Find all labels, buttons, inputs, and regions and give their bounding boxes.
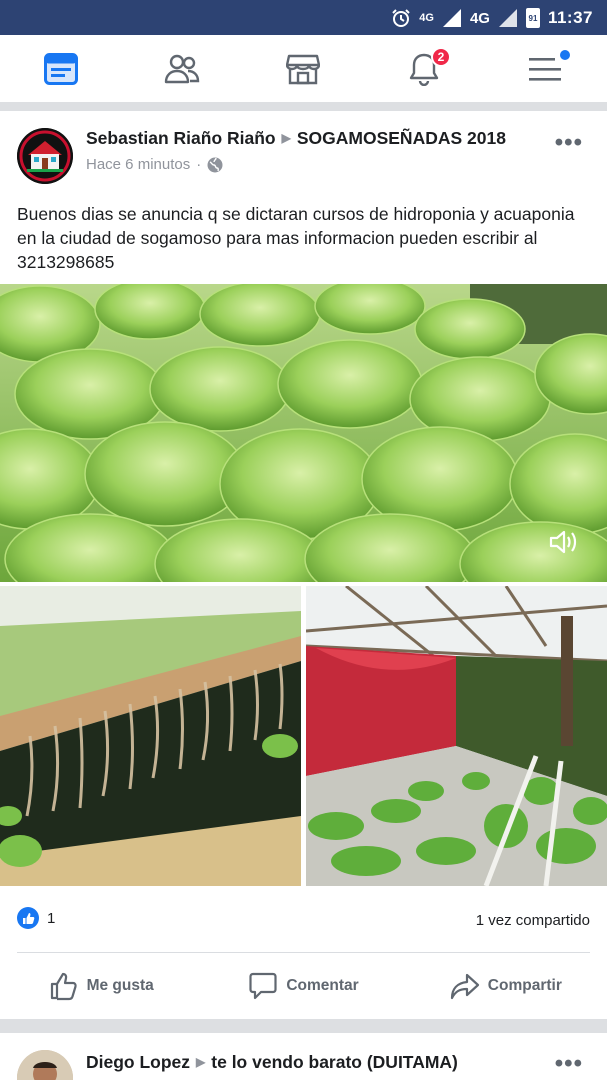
feed-separator-2 xyxy=(0,1019,607,1033)
status-icons: 4G 4G 91 11:37 xyxy=(391,6,593,30)
greenhouse-photo xyxy=(306,586,607,886)
profile-photo xyxy=(17,1050,73,1080)
feed-post-next: Diego Lopez ▶ te lo vendo barato (DUITAMA)… xyxy=(0,1033,607,1080)
post-time[interactable]: Hace 6 minutos xyxy=(86,156,190,173)
signal-icon-2 xyxy=(498,9,517,27)
notification-badge: 2 xyxy=(431,47,451,67)
reaction-count: 1 xyxy=(47,909,56,927)
reactions-summary[interactable]: 1 xyxy=(17,907,55,929)
speaker-icon[interactable] xyxy=(548,528,578,556)
post-more-options-button[interactable]: ••• xyxy=(555,129,583,157)
signal-icon xyxy=(442,9,461,27)
clock: 11:37 xyxy=(547,8,593,27)
tab-news-feed[interactable] xyxy=(0,35,121,103)
tab-friends[interactable] xyxy=(121,35,242,103)
hydroponic-roots-photo xyxy=(0,586,301,886)
share-arrow-icon xyxy=(450,973,479,1000)
share-label: Compartir xyxy=(487,977,562,994)
post-text: Buenos dias se anuncia q se dictaran cur… xyxy=(17,204,575,272)
group-name-next[interactable]: te lo vendo barato (DUITAMA) xyxy=(211,1052,458,1072)
hamburger-menu-icon xyxy=(528,58,561,81)
post-more-options-button-next[interactable]: ••• xyxy=(555,1050,583,1078)
like-button[interactable]: Me gusta xyxy=(0,953,202,1019)
like-label: Me gusta xyxy=(86,977,154,994)
post-actions: Me gusta Comentar Compartir xyxy=(0,953,607,1019)
lettuce-video-frame xyxy=(0,284,607,582)
author-name-next[interactable]: Diego Lopez xyxy=(86,1052,190,1072)
feed-post: Sebastian Riaño Riaño ▶ SOGAMOSEÑADAS 2018… xyxy=(0,111,607,1019)
thumbs-up-icon xyxy=(50,972,77,1001)
tab-marketplace[interactable] xyxy=(242,35,363,103)
author-avatar[interactable] xyxy=(17,128,73,184)
status-bar: 4G 4G 91 11:37 xyxy=(0,0,607,35)
meta-dot: · xyxy=(196,156,202,173)
share-button[interactable]: Compartir xyxy=(405,953,607,1019)
post-header: Sebastian Riaño Riaño ▶ SOGAMOSEÑADAS 2018 xyxy=(86,128,506,149)
friends-icon xyxy=(164,54,199,84)
tab-notifications[interactable]: 2 xyxy=(363,35,484,103)
arrow-right-icon: ▶ xyxy=(281,131,291,145)
top-nav-bar: 2 xyxy=(0,35,607,103)
battery-icon: 91 xyxy=(525,8,540,28)
like-reaction-icon xyxy=(17,907,39,929)
post-video[interactable] xyxy=(0,284,607,582)
comment-button[interactable]: Comentar xyxy=(202,953,404,1019)
post-header-next: Diego Lopez ▶ te lo vendo barato (DUITAMA) xyxy=(86,1052,458,1073)
battery-level: 91 xyxy=(528,13,538,23)
post-image-roots[interactable] xyxy=(0,586,301,886)
post-image-greenhouse[interactable] xyxy=(306,586,607,886)
feed-separator xyxy=(0,103,607,111)
tab-menu[interactable] xyxy=(484,35,605,103)
menu-new-dot xyxy=(560,50,570,60)
author-name[interactable]: Sebastian Riaño Riaño xyxy=(86,128,276,148)
marketplace-icon xyxy=(285,54,320,85)
alarm-icon xyxy=(392,9,410,27)
post-meta: Hace 6 minutos · xyxy=(86,156,223,173)
comment-label: Comentar xyxy=(286,977,359,994)
group-name[interactable]: SOGAMOSEÑADAS 2018 xyxy=(297,128,506,148)
author-avatar-next[interactable] xyxy=(17,1050,73,1080)
share-count[interactable]: 1 vez compartido xyxy=(476,912,590,929)
group-house-logo-icon xyxy=(17,128,73,184)
network-type: 4G xyxy=(469,9,490,27)
network-type-small: 4G xyxy=(419,12,434,24)
globe-icon xyxy=(207,157,223,172)
news-feed-icon xyxy=(43,53,78,85)
arrow-right-icon-next: ▶ xyxy=(196,1055,206,1069)
comment-icon xyxy=(249,972,277,1000)
